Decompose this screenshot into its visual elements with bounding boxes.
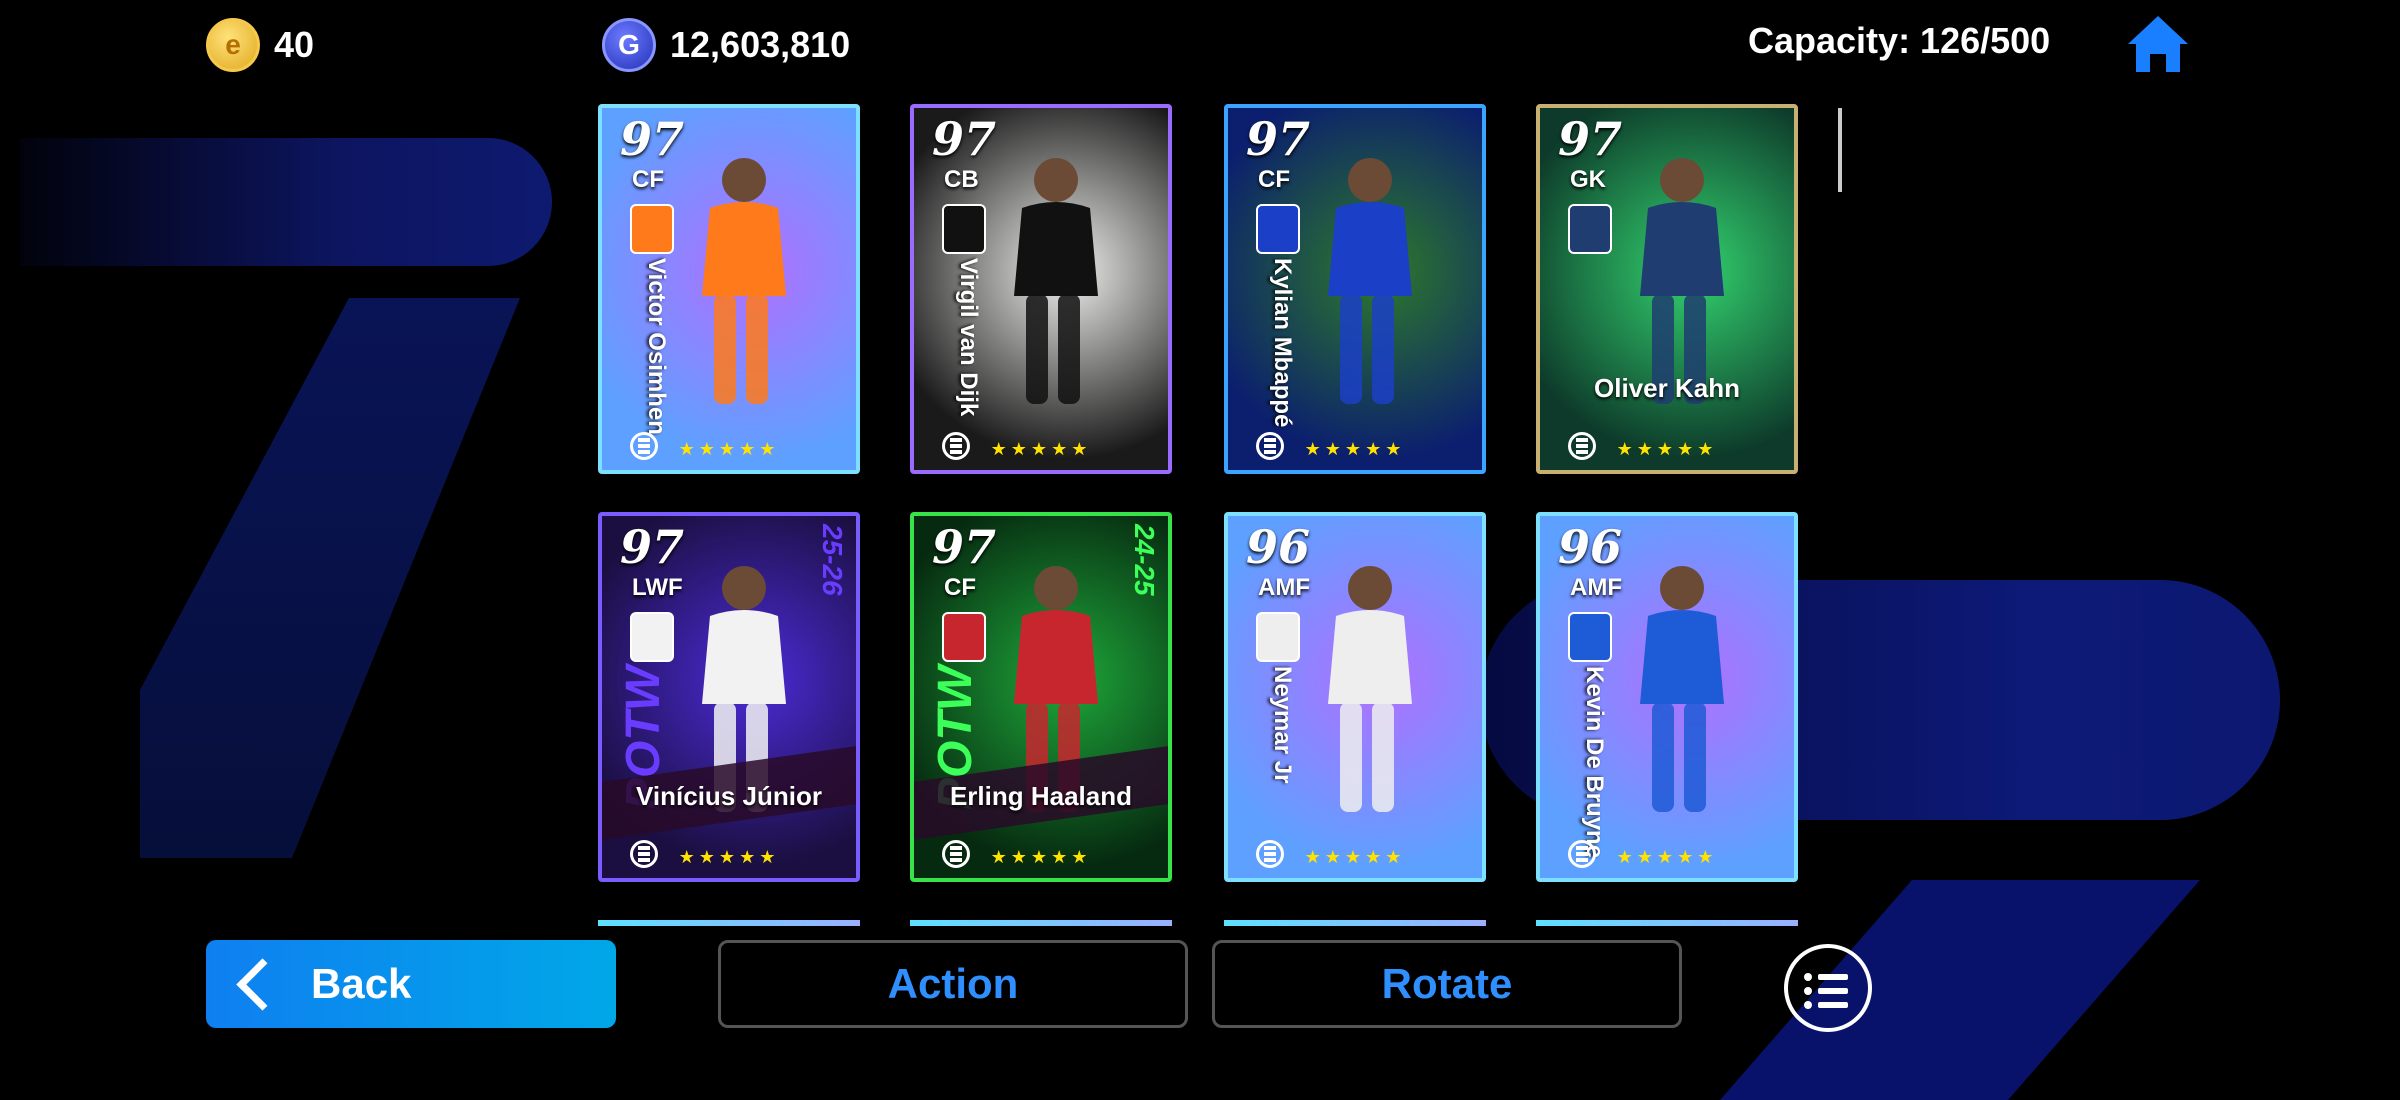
player-card[interactable]: 97 CF Kylian Mbappé ★★★★★ [1224,104,1486,474]
e-coin-icon: e [206,18,260,72]
gp-coin-icon: G [602,18,656,72]
action-button-label: Action [887,960,1019,1007]
club-badge-icon [942,204,986,254]
player-rating: 97 [932,112,997,166]
player-name: Virgil van Dijk [955,258,982,417]
player-rating: 97 [932,520,997,574]
player-figure [1300,554,1430,834]
season-label: 24-25 [1129,524,1160,596]
gp-balance: G 12,603,810 [602,18,850,72]
card-row-partial[interactable] [910,920,1172,926]
player-figure [1300,146,1430,426]
star-rating: ★★★★★ [990,847,1092,867]
star-rating: ★★★★★ [1304,439,1406,459]
star-rating: ★★★★★ [678,439,780,459]
star-rating: ★★★★★ [1616,847,1718,867]
season-label: 25-26 [817,524,848,596]
player-rating: 97 [620,520,685,574]
club-badge-icon [630,612,674,662]
player-name: Kylian Mbappé [1269,258,1296,428]
player-position: CF [944,574,976,601]
capacity-label: Capacity: 126/500 [1748,20,2051,61]
club-badge-icon [1568,612,1612,662]
player-position: CF [632,166,664,193]
player-name: Oliver Kahn [1594,373,1740,403]
list-menu-icon[interactable] [1784,944,1872,1032]
player-figure [986,146,1116,426]
player-position: AMF [1570,574,1622,601]
player-name: Neymar Jr [1269,666,1296,784]
scrollbar[interactable] [1838,108,1842,192]
player-figure [1612,554,1742,834]
player-card[interactable]: POTW 25-26 97 LWF Vinícius Júnior ★★★★★ [598,512,860,882]
player-name: Vinícius Júnior [636,781,822,811]
player-name: Kevin De Bruyne [1581,666,1608,859]
player-position: LWF [632,574,683,601]
star-rating: ★★★★★ [678,847,780,867]
home-icon[interactable] [2124,12,2192,76]
player-rating: 97 [1558,112,1623,166]
club-badge-icon [942,612,986,662]
player-rating: 97 [620,112,685,166]
club-badge-icon [1256,612,1300,662]
club-badge-icon [1568,204,1612,254]
card-row-partial[interactable] [1224,920,1486,926]
back-button-label: Back [311,960,412,1007]
gp-value: 12,603,810 [670,24,851,65]
player-name: Erling Haaland [949,781,1133,811]
top-bar: e 40 G 12,603,810 Capacity: 126/500 [0,0,2400,86]
player-name: Victor Osimhen [643,258,670,435]
player-rating: 97 [1246,112,1311,166]
background-stripe [20,138,552,266]
player-rating: 96 [1558,520,1623,574]
player-position: GK [1570,166,1606,193]
player-card[interactable]: 96 AMF Kevin De Bruyne ★★★★★ [1536,512,1798,882]
rotate-button[interactable]: Rotate [1212,940,1682,1028]
chevron-left-icon [236,957,289,1011]
card-row-partial[interactable] [1536,920,1798,926]
star-rating: ★★★★★ [990,439,1092,459]
player-card[interactable]: POTW 24-25 97 CF Erling Haaland ★★★★★ [910,512,1172,882]
player-card[interactable]: 96 AMF Neymar Jr ★★★★★ [1224,512,1486,882]
background-stripe [140,298,520,858]
player-position: CF [1258,166,1290,193]
action-button[interactable]: Action [718,940,1188,1028]
star-rating: ★★★★★ [1304,847,1406,867]
player-position: AMF [1258,574,1310,601]
player-rating: 96 [1246,520,1311,574]
back-button[interactable]: Back [206,940,616,1028]
player-card[interactable]: 97 CF Victor Osimhen ★★★★★ [598,104,860,474]
rotate-button-label: Rotate [1381,960,1513,1007]
club-badge-icon [630,204,674,254]
player-card[interactable]: 97 CB Virgil van Dijk ★★★★★ [910,104,1172,474]
star-rating: ★★★★★ [1616,439,1718,459]
club-badge-icon [1256,204,1300,254]
ecoin-balance: e 40 [206,18,314,72]
player-figure [674,146,804,426]
ecoin-value: 40 [274,24,315,65]
card-row-partial[interactable] [598,920,860,926]
player-position: CB [944,166,979,193]
player-card[interactable]: 97 GK Oliver Kahn ★★★★★ [1536,104,1798,474]
